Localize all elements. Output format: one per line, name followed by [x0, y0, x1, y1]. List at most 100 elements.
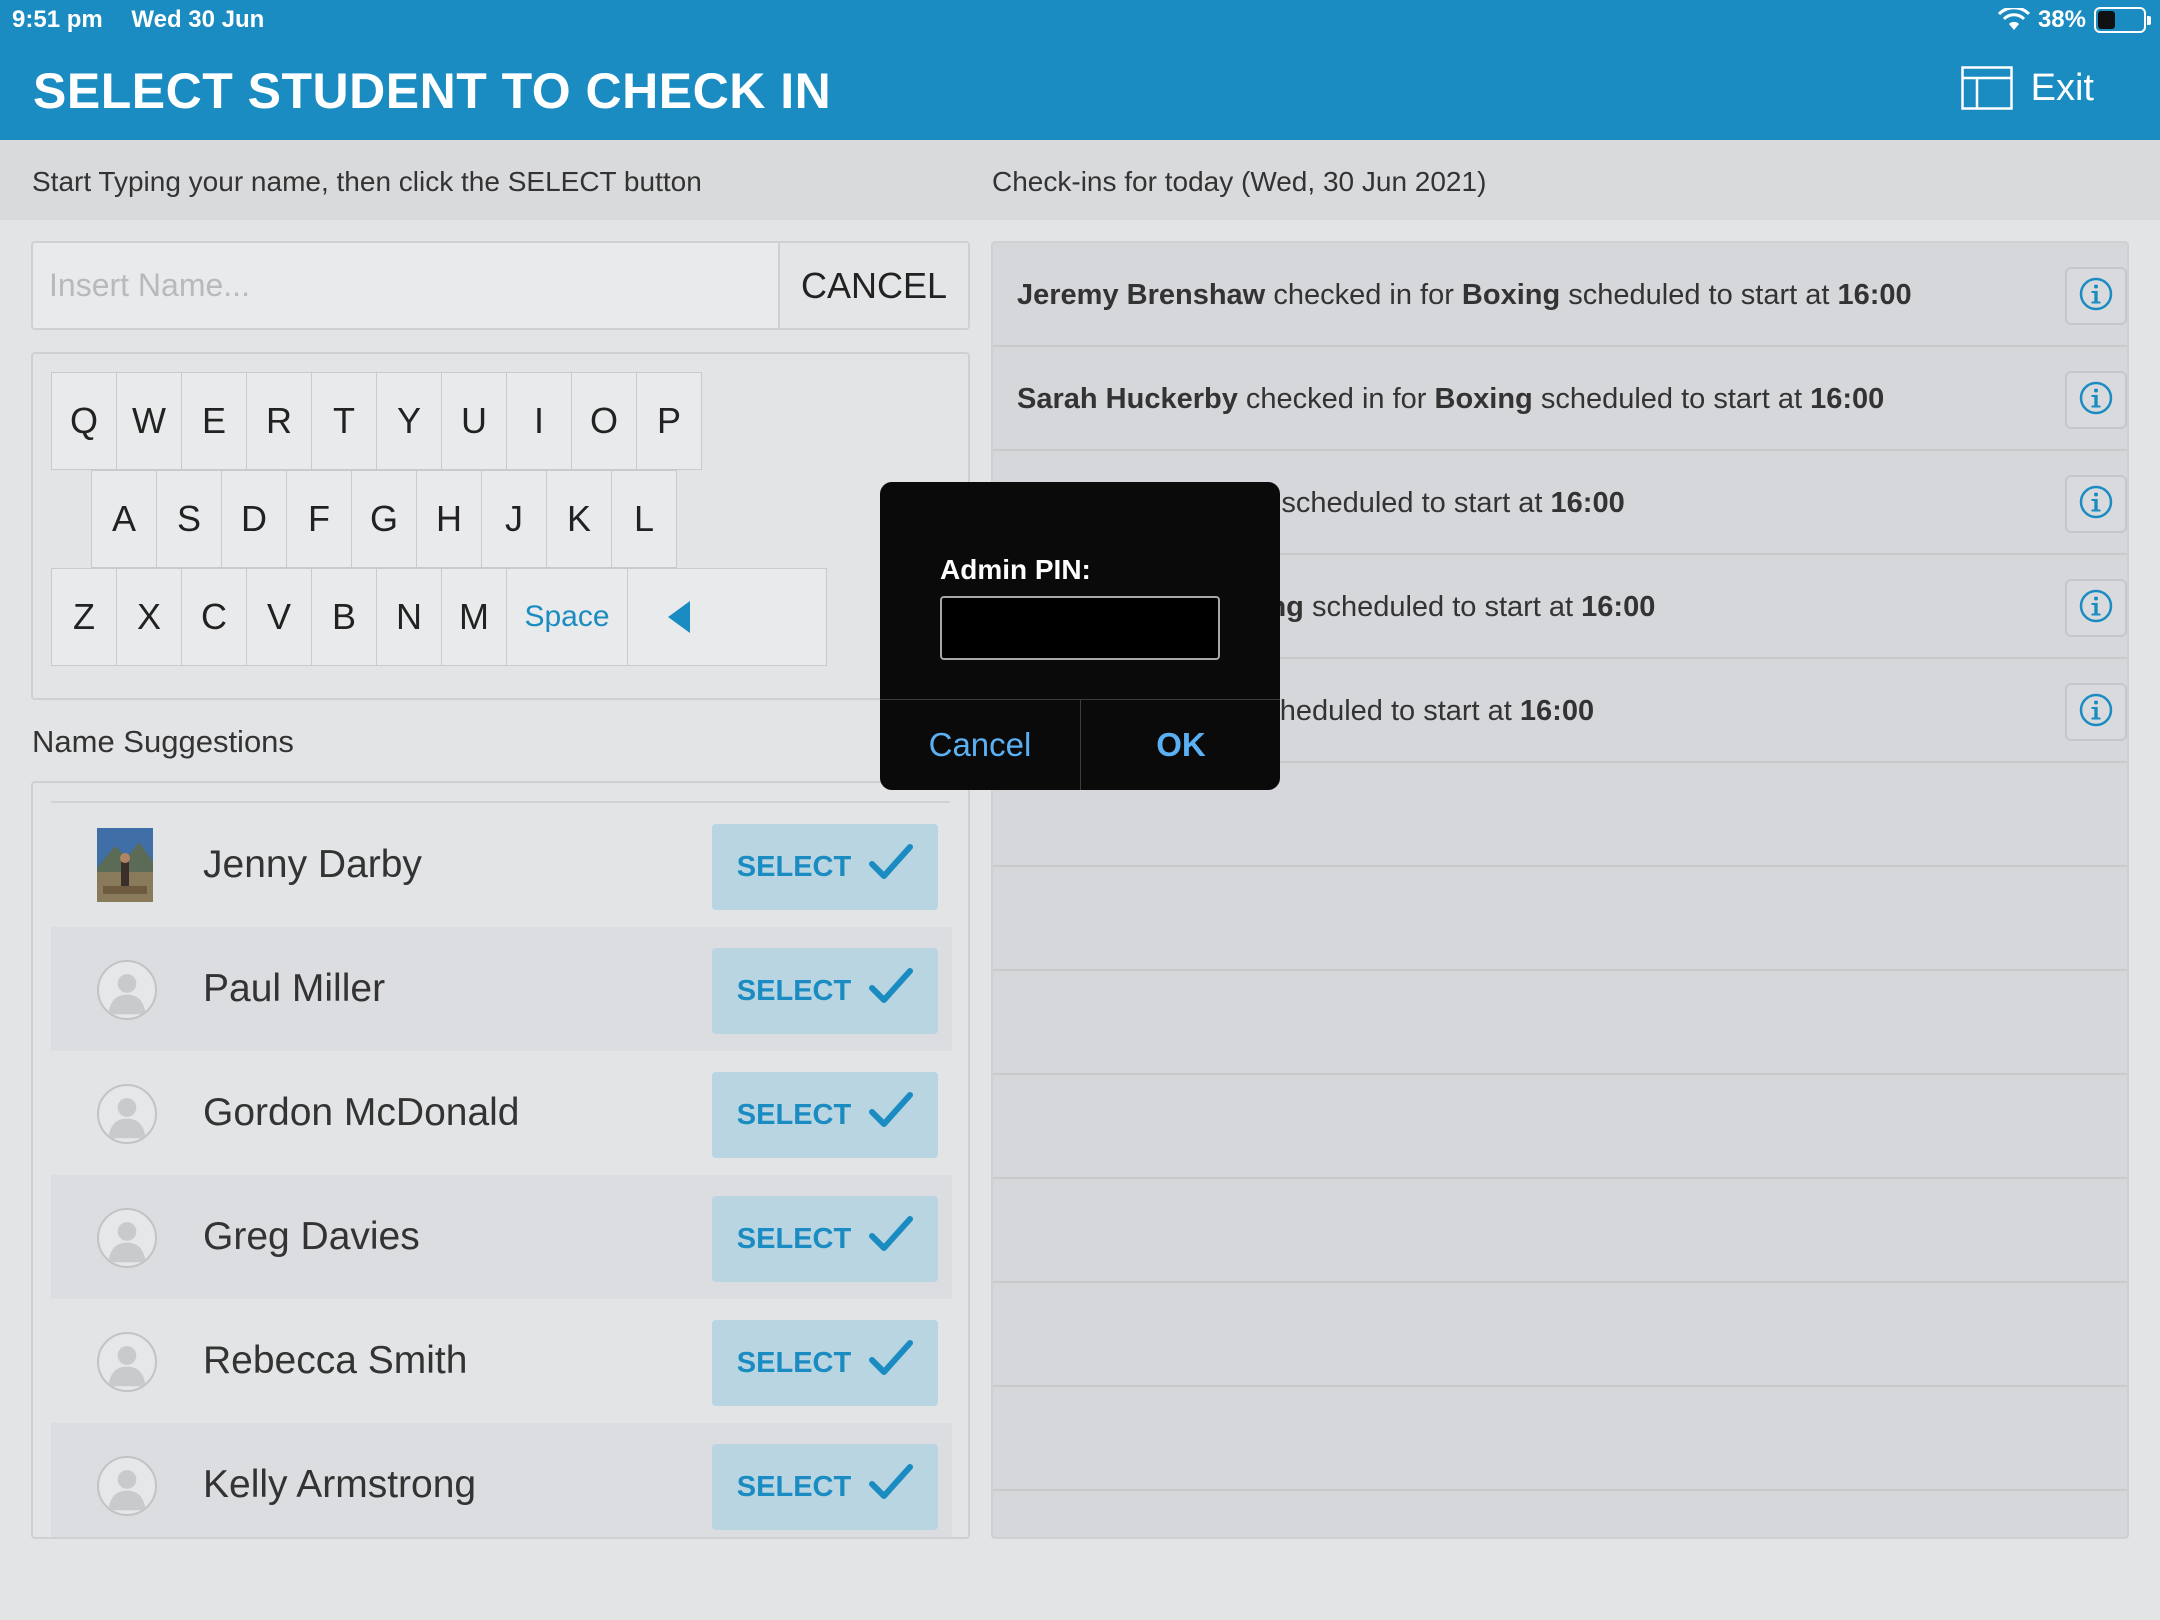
- key-m[interactable]: M: [441, 568, 507, 666]
- checkin-mid: scheduled to start at: [1311, 591, 1574, 623]
- key-e[interactable]: E: [181, 372, 247, 470]
- status-bar-right: 38%: [1997, 6, 2151, 34]
- status-bar-left: 9:51 pm Wed 30 Jun: [12, 6, 286, 34]
- key-f[interactable]: F: [286, 470, 352, 568]
- key-d[interactable]: D: [221, 470, 287, 568]
- key-backspace[interactable]: [627, 568, 827, 666]
- checkmark-icon: [869, 1339, 914, 1387]
- exit-label: Exit: [2030, 66, 2094, 109]
- info-button[interactable]: [2065, 683, 2127, 741]
- key-space[interactable]: Space: [506, 568, 628, 666]
- suggestion-row: Gordon McDonald SELECT: [51, 1051, 952, 1175]
- key-i[interactable]: I: [506, 372, 572, 470]
- info-button[interactable]: [2065, 371, 2127, 429]
- info-icon: [2078, 588, 2114, 629]
- checkmark-icon: [869, 1091, 914, 1139]
- checkmark-icon: [869, 1215, 914, 1263]
- key-t[interactable]: T: [311, 372, 377, 470]
- checkmark-icon: [869, 967, 914, 1015]
- key-c[interactable]: C: [181, 568, 247, 666]
- admin-pin-input[interactable]: [940, 596, 1220, 660]
- empty-row: [993, 1075, 2127, 1179]
- info-button[interactable]: [2065, 579, 2127, 637]
- select-student-button[interactable]: SELECT: [712, 1196, 938, 1282]
- select-student-button[interactable]: SELECT: [712, 1320, 938, 1406]
- exit-button[interactable]: Exit: [1960, 66, 2094, 110]
- student-name: Kelly Armstrong: [203, 1463, 477, 1506]
- checkin-class: Boxing: [1461, 279, 1561, 311]
- student-name: Gordon McDonald: [203, 1091, 520, 1134]
- select-student-button[interactable]: SELECT: [712, 824, 938, 910]
- backspace-icon: [668, 601, 690, 633]
- key-x[interactable]: X: [116, 568, 182, 666]
- checkin-time: 16:00: [1837, 279, 1912, 311]
- checkmark-icon: [869, 1463, 914, 1511]
- select-student-button[interactable]: SELECT: [712, 1444, 938, 1530]
- checkins-list: Jeremy Brenshaw checked in for Boxing sc…: [991, 241, 2129, 1539]
- dialog-ok-button[interactable]: OK: [1081, 700, 1280, 790]
- instruction-text: Start Typing your name, then click the S…: [32, 166, 702, 197]
- student-name: Greg Davies: [203, 1215, 420, 1258]
- avatar-placeholder-icon: [97, 1208, 157, 1268]
- admin-pin-label: Admin PIN:: [940, 554, 1091, 585]
- on-screen-keyboard: QWERTYUIOP ASDFGHJKL Z X C V B N M Space: [31, 352, 970, 700]
- key-j[interactable]: J: [481, 470, 547, 568]
- suggestions-label: Name Suggestions: [32, 724, 294, 759]
- key-a[interactable]: A: [91, 470, 157, 568]
- checkin-time: 16:00: [1810, 383, 1885, 415]
- info-button[interactable]: [2065, 267, 2127, 325]
- suggestion-row: Paul Miller SELECT: [51, 927, 952, 1051]
- key-w[interactable]: W: [116, 372, 182, 470]
- checkin-student: Sarah Huckerby: [1017, 383, 1238, 415]
- name-input[interactable]: [33, 243, 778, 328]
- key-r[interactable]: R: [246, 372, 312, 470]
- key-g[interactable]: G: [351, 470, 417, 568]
- dialog-cancel-button[interactable]: Cancel: [880, 700, 1080, 790]
- key-n[interactable]: N: [376, 568, 442, 666]
- empty-row: [993, 1179, 2127, 1283]
- wifi-icon: [1997, 8, 2030, 30]
- checkin-pre: checked in for: [1245, 383, 1427, 415]
- info-icon: [2078, 276, 2114, 317]
- empty-row: [993, 867, 2127, 971]
- key-o[interactable]: O: [571, 372, 637, 470]
- avatar-placeholder-icon: [97, 1332, 157, 1392]
- key-u[interactable]: U: [441, 372, 507, 470]
- info-icon: [2078, 380, 2114, 421]
- empty-row: [993, 1387, 2127, 1491]
- select-label: SELECT: [736, 1470, 852, 1503]
- select-label: SELECT: [736, 1098, 852, 1131]
- checkin-student: Jeremy Brenshaw: [1017, 279, 1266, 311]
- layout-icon: [1960, 66, 2013, 110]
- checkin-time: 16:00: [1581, 591, 1656, 623]
- status-date: Wed 30 Jun: [131, 6, 265, 33]
- key-y[interactable]: Y: [376, 372, 442, 470]
- select-label: SELECT: [736, 850, 852, 883]
- key-b[interactable]: B: [311, 568, 377, 666]
- checkin-time: 16:00: [1550, 487, 1625, 519]
- key-l[interactable]: L: [611, 470, 677, 568]
- key-q[interactable]: Q: [51, 372, 117, 470]
- key-s[interactable]: S: [156, 470, 222, 568]
- key-v[interactable]: V: [246, 568, 312, 666]
- key-h[interactable]: H: [416, 470, 482, 568]
- suggestion-row: Rebecca Smith SELECT: [51, 1299, 952, 1423]
- avatar-placeholder-icon: [97, 1456, 157, 1516]
- select-student-button[interactable]: SELECT: [712, 1072, 938, 1158]
- info-button[interactable]: [2065, 475, 2127, 533]
- page-title: SELECT STUDENT TO CHECK IN: [33, 63, 832, 119]
- battery-percent: 38%: [2037, 6, 2086, 33]
- name-search-box: CANCEL: [31, 241, 970, 330]
- student-name: Paul Miller: [203, 967, 386, 1010]
- key-z[interactable]: Z: [51, 568, 117, 666]
- key-p[interactable]: P: [636, 372, 702, 470]
- avatar-placeholder-icon: [97, 1084, 157, 1144]
- checkin-class: Boxing: [1434, 383, 1533, 415]
- checkin-mid: scheduled to start at: [1568, 279, 1830, 311]
- student-photo: [97, 828, 153, 902]
- suggestion-row: Greg Davies SELECT: [51, 1175, 952, 1299]
- select-student-button[interactable]: SELECT: [712, 948, 938, 1034]
- cancel-button[interactable]: CANCEL: [778, 243, 968, 328]
- key-k[interactable]: K: [546, 470, 612, 568]
- avatar-placeholder-icon: [97, 960, 157, 1020]
